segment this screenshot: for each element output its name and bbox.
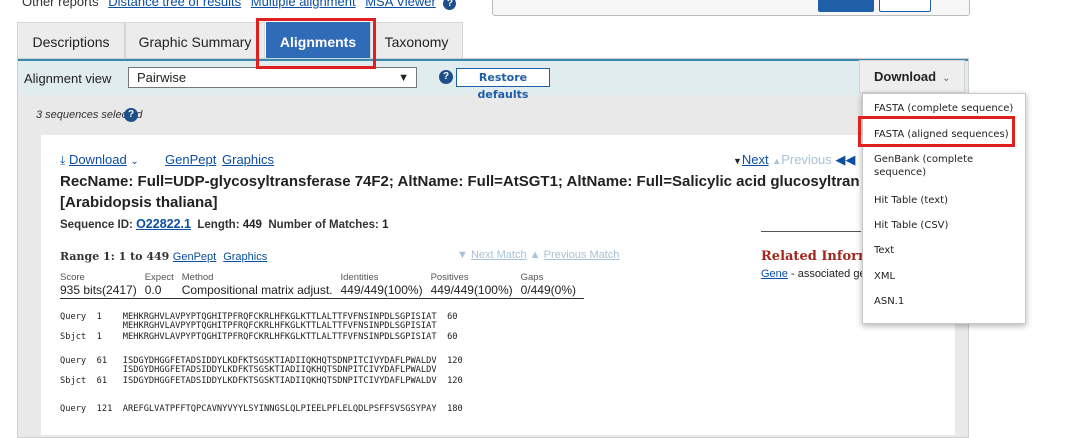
score-value: 935 bits(2417) xyxy=(60,283,145,299)
identities-header: Identities xyxy=(340,272,379,283)
menu-item-text[interactable]: Text xyxy=(874,244,1024,257)
gaps-value: 0/449(0%) xyxy=(520,283,584,299)
highlight-box-fasta-aligned xyxy=(858,116,1015,147)
method-value: Compositional matrix adjust. xyxy=(181,283,341,299)
tab-taxonomy[interactable]: Taxonomy xyxy=(370,22,463,60)
alignment-view-label: Alignment view xyxy=(24,71,112,86)
menu-item-hit-table-csv[interactable]: Hit Table (CSV) xyxy=(874,219,1024,232)
range-line: Range 1: 1 to 449 GenPept Graphics xyxy=(60,250,268,263)
highlight-box-alignments xyxy=(256,18,376,69)
menu-item-fasta-complete[interactable]: FASTA (complete sequence) xyxy=(874,102,1024,115)
result-title: RecName: Full=UDP-glycosyltransferase 74… xyxy=(60,173,860,190)
chevron-down-icon: ▼ xyxy=(398,72,409,84)
clear-button[interactable] xyxy=(879,0,931,12)
next-match-link[interactable]: ▼ Next Match xyxy=(457,249,527,261)
menu-item-xml[interactable]: XML xyxy=(874,270,1024,283)
chevron-down-icon: ⌄ xyxy=(130,156,139,167)
alignment-row: Sbjct 61 ISDGYDHGGFETADSIDDYLKDFKTSGSKTI… xyxy=(60,376,463,386)
download-button[interactable]: Download ⌄ xyxy=(859,60,965,93)
method-header: Method xyxy=(181,272,214,283)
next-previous-nav: ▼Next ▲Previous ◀◀ xyxy=(733,152,855,168)
next-link[interactable]: ▼Next xyxy=(733,152,769,167)
menu-item-genbank[interactable]: GenBank (complete sequence) xyxy=(874,153,1024,179)
related-information-heading: Related Information xyxy=(761,249,865,264)
divider xyxy=(761,231,861,232)
result-organism: [Arabidopsis thaliana] xyxy=(60,194,218,211)
alignment-stats: Score Expect Method Identities Positives… xyxy=(60,272,584,299)
alignment-row: Query 121 AREFGLVATPFFTQPCAVNYVYYLSYINNG… xyxy=(60,404,463,414)
sequence-id-link[interactable]: O22822.1 xyxy=(136,217,191,231)
alignment-row: MEHKRGHVLAVPYPTQGHITPFRQFCKRLHFKGLKTTLAL… xyxy=(122,321,437,331)
alignment-row: ISDGYDHGGFETADSIDDYLKDFKTSGSKTIADIIQKHQT… xyxy=(122,365,437,375)
previous-match-link[interactable]: ▲ Previous Match xyxy=(530,249,620,261)
alignment-row: Sbjct 1 MEHKRGHVLAVPYPTQGHITPFRQFCKRLHFK… xyxy=(60,332,458,342)
positives-header: Positives xyxy=(430,272,469,283)
range-genpept-link[interactable]: GenPept xyxy=(173,251,216,263)
descriptions-back-icon[interactable]: ◀◀ xyxy=(835,152,855,167)
restore-defaults-button[interactable]: Restore defaults xyxy=(456,68,550,101)
score-header: Score xyxy=(60,272,85,283)
match-nav: ▼ Next Match ▲ Previous Match xyxy=(457,249,619,261)
range-graphics-link[interactable]: Graphics xyxy=(223,251,267,263)
multiple-alignment-link[interactable]: Multiple alignment xyxy=(251,0,356,9)
other-reports-label: Other reports xyxy=(22,0,99,9)
menu-item-asn1[interactable]: ASN.1 xyxy=(874,295,1024,308)
gene-link[interactable]: Gene xyxy=(761,268,788,280)
distance-tree-link[interactable]: Distance tree of results xyxy=(108,0,241,9)
graphics-link[interactable]: Graphics xyxy=(222,152,274,167)
download-icon: ⤓ xyxy=(60,153,66,167)
alignment-view-select[interactable]: Pairwise ▼ xyxy=(128,67,417,88)
other-reports: Other reports Distance tree of results M… xyxy=(22,0,457,10)
sequence-id-line: Sequence ID: O22822.1 Length: 449 Number… xyxy=(60,217,389,231)
help-icon[interactable]: ? xyxy=(439,70,453,84)
search-box xyxy=(492,0,970,16)
menu-item-hit-table-text[interactable]: Hit Table (text) xyxy=(874,194,1024,207)
result-download-link[interactable]: ⤓ Download ⌄ xyxy=(60,152,139,168)
previous-link[interactable]: ▲Previous xyxy=(772,152,832,167)
tab-graphic-summary[interactable]: Graphic Summary xyxy=(125,22,265,60)
chevron-down-icon: ⌄ xyxy=(942,73,951,84)
alignment-view-value: Pairwise xyxy=(137,70,187,85)
expect-header: Expect xyxy=(144,272,174,283)
search-button[interactable] xyxy=(818,0,874,12)
help-icon[interactable]: ? xyxy=(124,108,138,122)
expect-value: 0.0 xyxy=(144,283,182,299)
tab-descriptions[interactable]: Descriptions xyxy=(17,22,125,60)
positives-value: 449/449(100%) xyxy=(430,283,521,299)
help-icon[interactable]: ? xyxy=(443,0,457,10)
gene-line: Gene - associated gene details xyxy=(761,268,863,280)
identities-value: 449/449(100%) xyxy=(340,283,431,299)
msa-viewer-link[interactable]: MSA Viewer xyxy=(365,0,436,9)
genpept-link[interactable]: GenPept xyxy=(165,152,216,167)
gaps-header: Gaps xyxy=(520,272,544,283)
